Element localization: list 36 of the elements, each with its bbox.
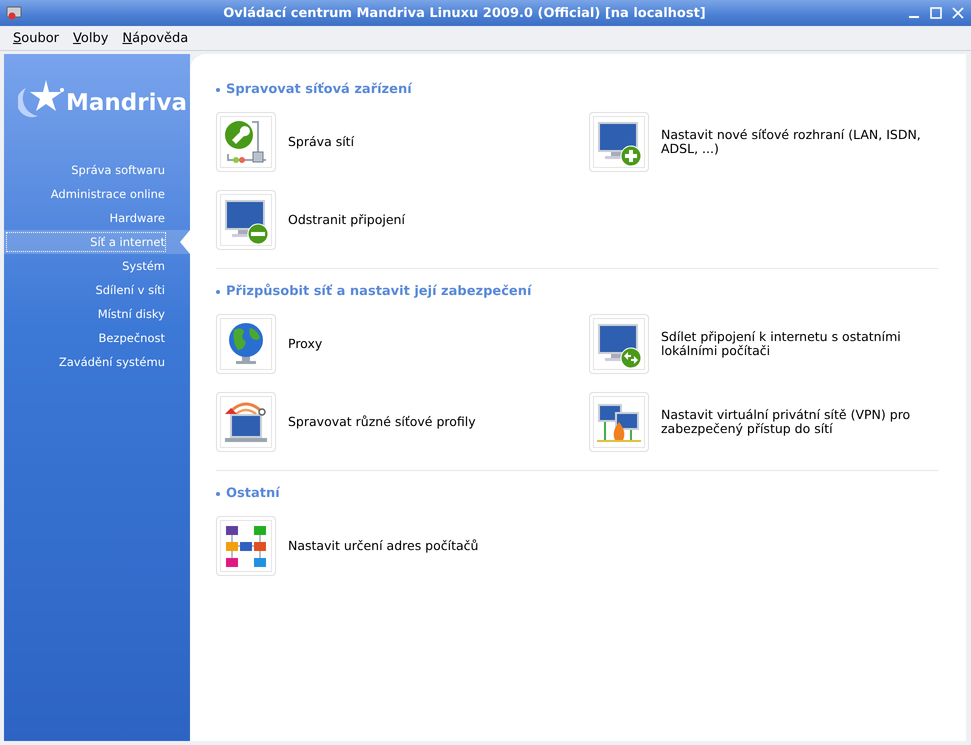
network-grid-icon[interactable] [216,516,276,576]
tool-label[interactable]: Nastavit nové síťové rozhraní (LAN, ISDN, ADSL, ...) [661,128,938,156]
section-heading: Ostatní [226,486,280,501]
laptop-icon[interactable] [216,392,276,452]
monitors-fire-icon[interactable] [589,392,649,452]
bullet-icon [216,88,220,92]
menu-item[interactable]: Nápověda [122,30,188,46]
sidebar-item[interactable]: Sdílení v síti [6,280,166,300]
section-heading: Přizpůsobit síť a nastavit její zabezpečení [226,284,532,299]
star-logo-icon [18,78,66,118]
tool-label[interactable]: Nastavit určení adres počítačů [288,539,478,553]
sidebar-item[interactable]: Místní disky [6,304,166,324]
menu-item[interactable]: Volby [73,30,108,46]
sidebar-item[interactable]: Bezpečnost [6,328,166,348]
tool-label[interactable]: Nastavit virtuální privátní sítě (VPN) pro zabezpečený přístup do sítí [661,408,938,436]
logo-text: Mandriva [66,90,187,116]
tool-label[interactable]: Spravovat různé síťové profily [288,415,476,429]
tool-label[interactable]: Odstranit připojení [288,213,405,227]
monitor-arrows-icon[interactable] [589,314,649,374]
section-heading: Spravovat síťová zařízení [226,82,412,97]
maximize-button[interactable] [929,6,943,20]
app-icon[interactable] [6,5,22,21]
bullet-icon [216,290,220,294]
menu-item[interactable]: Soubor [13,30,60,46]
tool-label[interactable]: Proxy [288,337,322,351]
bullet-icon [216,492,220,496]
monitor-minus-icon[interactable] [216,190,276,250]
window-title: Ovládací centrum Mandriva Linuxu 2009.0 (Official) [na localhost] [222,6,707,20]
sidebar-item[interactable]: Systém [6,256,166,276]
globe-icon[interactable] [216,314,276,374]
wrench-network-icon[interactable] [216,112,276,172]
close-button[interactable] [951,6,965,20]
tool-label[interactable]: Sdílet připojení k internetu s ostatními lokálními počítači [661,330,938,358]
sidebar-item[interactable]: Zavádění systému [6,352,166,372]
monitor-plus-icon[interactable] [589,112,649,172]
tool-label[interactable]: Správa sítí [288,135,354,149]
